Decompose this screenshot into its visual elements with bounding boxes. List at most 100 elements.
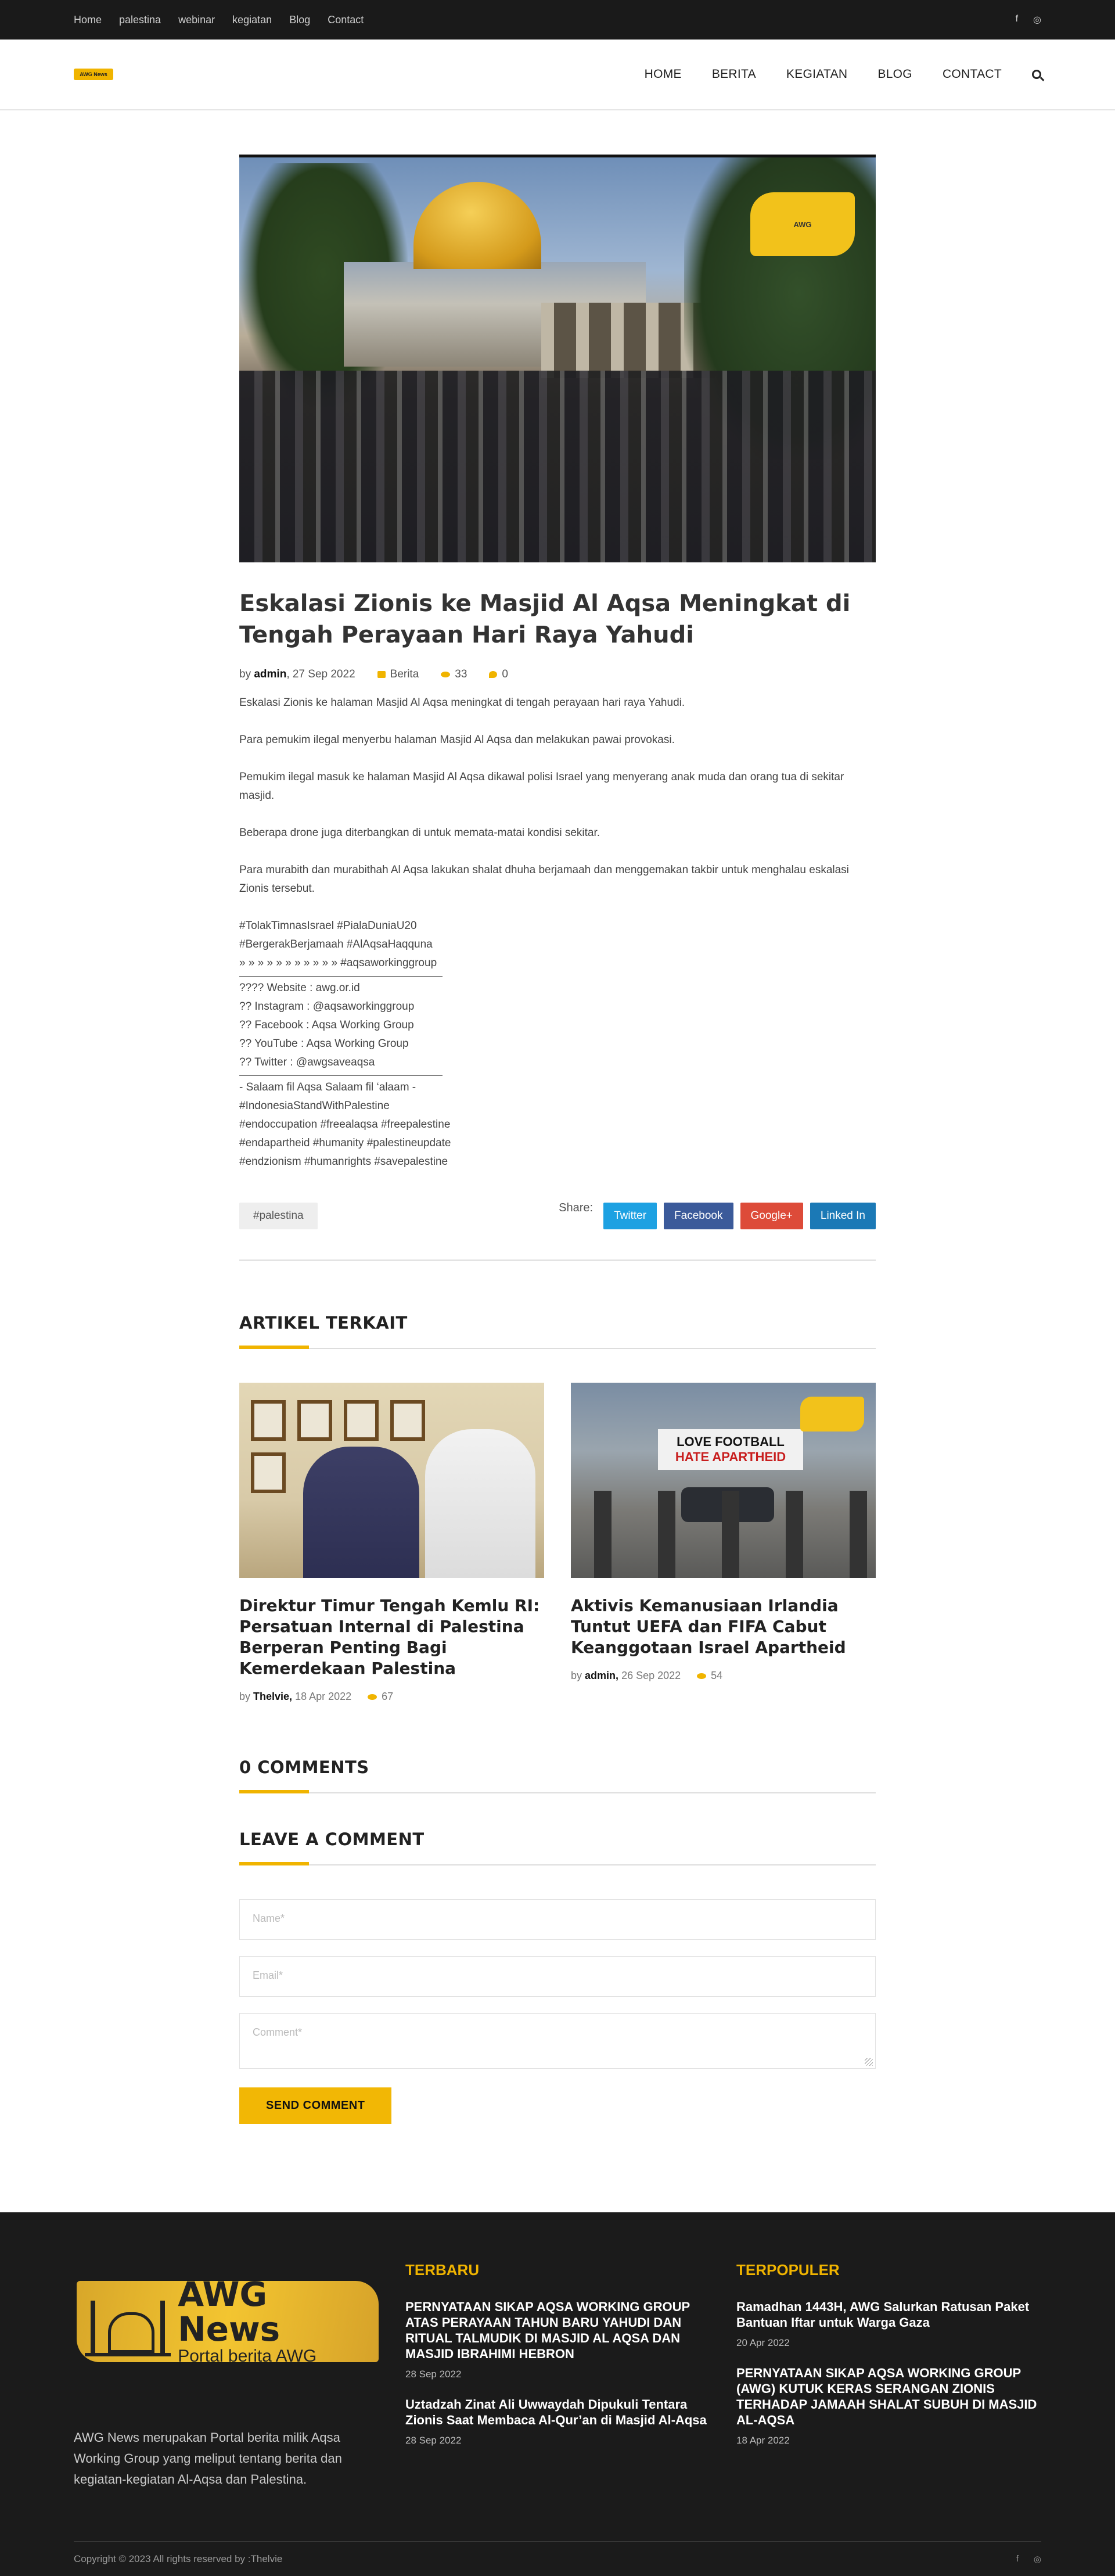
share-twitter-button[interactable]: Twitter [603, 1203, 657, 1229]
share-label: Share: [559, 1201, 594, 1214]
nav-kegiatan[interactable]: KEGIATAN [786, 67, 847, 81]
nav-berita[interactable]: BERITA [712, 67, 756, 81]
nav-home[interactable]: HOME [645, 67, 682, 81]
footer-logo[interactable]: AWG News Portal berita AWG [77, 2277, 379, 2366]
comments-section: 0 COMMENTS [239, 1757, 876, 1793]
instagram-icon[interactable]: ◎ [1033, 14, 1041, 26]
people-shape [571, 1491, 876, 1578]
person-shape [303, 1447, 419, 1578]
instagram-icon[interactable]: ◎ [1034, 2554, 1041, 2564]
hero-watermark-text: AWG [793, 220, 812, 229]
main-nav: HOME BERITA KEGIATAN BLOG CONTACT [645, 67, 1041, 81]
footer-post-date: 28 Sep 2022 [405, 2435, 462, 2446]
top-link-palestina[interactable]: palestina [119, 14, 161, 26]
article-hashtags: #TolakTimnasIsrael #PialaDuniaU20 #Berge… [239, 917, 876, 1171]
related-card-author: by admin, 26 Sep 2022 [571, 1670, 681, 1682]
footer-post-title[interactable]: PERNYATAAN SIKAP AQSA WORKING GROUP (AWG… [736, 2365, 1044, 2428]
facebook-icon[interactable]: f [1016, 2554, 1019, 2564]
footer-post[interactable]: Ramadhan 1443H, AWG Salurkan Ratusan Pak… [736, 2299, 1044, 2349]
name-field[interactable]: Name* [239, 1899, 876, 1940]
eye-icon [441, 671, 451, 677]
facebook-icon[interactable]: f [1016, 14, 1018, 26]
footer-post[interactable]: PERNYATAAN SIKAP AQSA WORKING GROUP (AWG… [736, 2365, 1044, 2446]
related-list: Direktur Timur Tengah Kemlu RI: Persatua… [239, 1383, 876, 1703]
share-google-button[interactable]: Google+ [740, 1203, 803, 1229]
contact-line: ???? Website : awg.or.id [239, 982, 360, 994]
watermark-logo [800, 1397, 864, 1431]
related-section: ARTIKEL TERKAIT Direktur Timur Tengah Ke… [239, 1313, 876, 1703]
footer-post-title[interactable]: Uztadzah Zinat Ali Uwwaydah Dipukuli Ten… [405, 2396, 713, 2428]
share-linkedin-button[interactable]: Linked In [810, 1203, 876, 1229]
footer-post-date: 20 Apr 2022 [736, 2337, 790, 2348]
related-card-title[interactable]: Direktur Timur Tengah Kemlu RI: Persatua… [239, 1595, 544, 1679]
share-buttons: Share: Twitter Facebook Google+ Linked I… [559, 1201, 876, 1229]
views-count: 54 [711, 1670, 723, 1681]
related-card-date: 18 Apr 2022 [295, 1691, 352, 1702]
article-paragraph: Beberapa drone juga diterbangkan di untu… [239, 827, 600, 839]
email-field[interactable]: Email* [239, 1956, 876, 1997]
site-logo[interactable]: AWG News [74, 69, 113, 80]
comment-form: Name* Email* Comment* SEND COMMENT [239, 1899, 876, 2124]
banner-line-1: LOVE FOOTBALL [677, 1434, 785, 1449]
footer-post[interactable]: PERNYATAAN SIKAP AQSA WORKING GROUP ATAS… [405, 2299, 713, 2380]
author-name[interactable]: admin, [585, 1670, 618, 1681]
leave-comment-title: LEAVE A COMMENT [239, 1829, 425, 1849]
section-underline [239, 1346, 876, 1349]
footer-terbaru-title: TERBARU [405, 2261, 480, 2279]
related-thumbnail[interactable]: LOVE FOOTBALL HATE APARTHEID [571, 1383, 876, 1578]
footer-post-title[interactable]: PERNYATAAN SIKAP AQSA WORKING GROUP ATAS… [405, 2299, 713, 2362]
top-link-home[interactable]: Home [74, 14, 102, 26]
top-link-blog[interactable]: Blog [289, 14, 310, 26]
top-bar: Home palestina webinar kegiatan Blog Con… [0, 0, 1115, 40]
closing-line: #endapartheid #humanity #palestineupdate [239, 1137, 451, 1149]
article-paragraph: Para pemukim ilegal menyerbu halaman Mas… [239, 734, 675, 746]
comment-textarea[interactable]: Comment* [239, 2013, 876, 2069]
comment-icon [489, 670, 498, 678]
meta-date: , 27 Sep 2022 [286, 668, 355, 680]
hero-crowd [239, 371, 876, 562]
top-links: Home palestina webinar kegiatan Blog Con… [74, 14, 364, 26]
meta-category[interactable]: Berita [377, 668, 419, 681]
frame-shape [390, 1400, 425, 1441]
frame-shape [251, 1452, 286, 1493]
related-card-title[interactable]: Aktivis Kemanusiaan Irlandia Tuntut UEFA… [571, 1595, 876, 1658]
frame-shape [344, 1400, 379, 1441]
contact-line: ?? Twitter : @awgsaveaqsa [239, 1056, 375, 1068]
top-link-contact[interactable]: Contact [328, 14, 364, 26]
share-facebook-button[interactable]: Facebook [664, 1203, 733, 1229]
share-bar: #palestina Share: Twitter Facebook Googl… [239, 1201, 876, 1261]
footer-post-title[interactable]: Ramadhan 1443H, AWG Salurkan Ratusan Pak… [736, 2299, 1044, 2330]
related-card-views: 67 [368, 1691, 393, 1703]
meta-by: by [571, 1670, 582, 1681]
meta-comments[interactable]: 0 [489, 668, 508, 681]
frame-shape [297, 1400, 332, 1441]
person-shape [425, 1429, 535, 1578]
footer-post[interactable]: Uztadzah Zinat Ali Uwwaydah Dipukuli Ten… [405, 2396, 713, 2446]
related-title: ARTIKEL TERKAIT [239, 1313, 408, 1333]
send-comment-button[interactable]: SEND COMMENT [239, 2087, 392, 2124]
closing-line: #endoccupation #freealaqsa #freepalestin… [239, 1118, 451, 1131]
article-paragraph: Para murabith dan murabithah Al Aqsa lak… [239, 864, 849, 895]
tag-palestina[interactable]: #palestina [239, 1203, 318, 1229]
article-body: Eskalasi Zionis ke halaman Masjid Al Aqs… [239, 694, 876, 1171]
footer-inner: AWG News Portal berita AWG AWG News meru… [74, 2212, 1041, 2576]
search-icon[interactable] [1032, 70, 1041, 79]
closing-line: #IndonesiaStandWithPalestine [239, 1100, 390, 1112]
nav-contact[interactable]: CONTACT [943, 67, 1002, 81]
meta-comments-count: 0 [502, 668, 508, 680]
author-name[interactable]: Thelvie, [253, 1691, 292, 1702]
related-card[interactable]: LOVE FOOTBALL HATE APARTHEID Aktivis Kem… [571, 1383, 876, 1703]
meta-author-name[interactable]: admin [254, 668, 286, 680]
related-thumbnail[interactable] [239, 1383, 544, 1578]
top-link-webinar[interactable]: webinar [178, 14, 215, 26]
related-card[interactable]: Direktur Timur Tengah Kemlu RI: Persatua… [239, 1383, 544, 1703]
frame-shape [251, 1400, 286, 1441]
related-card-date: 26 Sep 2022 [621, 1670, 681, 1681]
footer-post-date: 28 Sep 2022 [405, 2369, 462, 2380]
top-link-kegiatan[interactable]: kegiatan [232, 14, 272, 26]
divider [239, 1075, 443, 1076]
article-meta: by admin, 27 Sep 2022 Berita 33 0 [239, 668, 876, 681]
contact-line: ?? Facebook : Aqsa Working Group [239, 1019, 414, 1031]
meta-by: by [239, 668, 251, 680]
nav-blog[interactable]: BLOG [877, 67, 912, 81]
